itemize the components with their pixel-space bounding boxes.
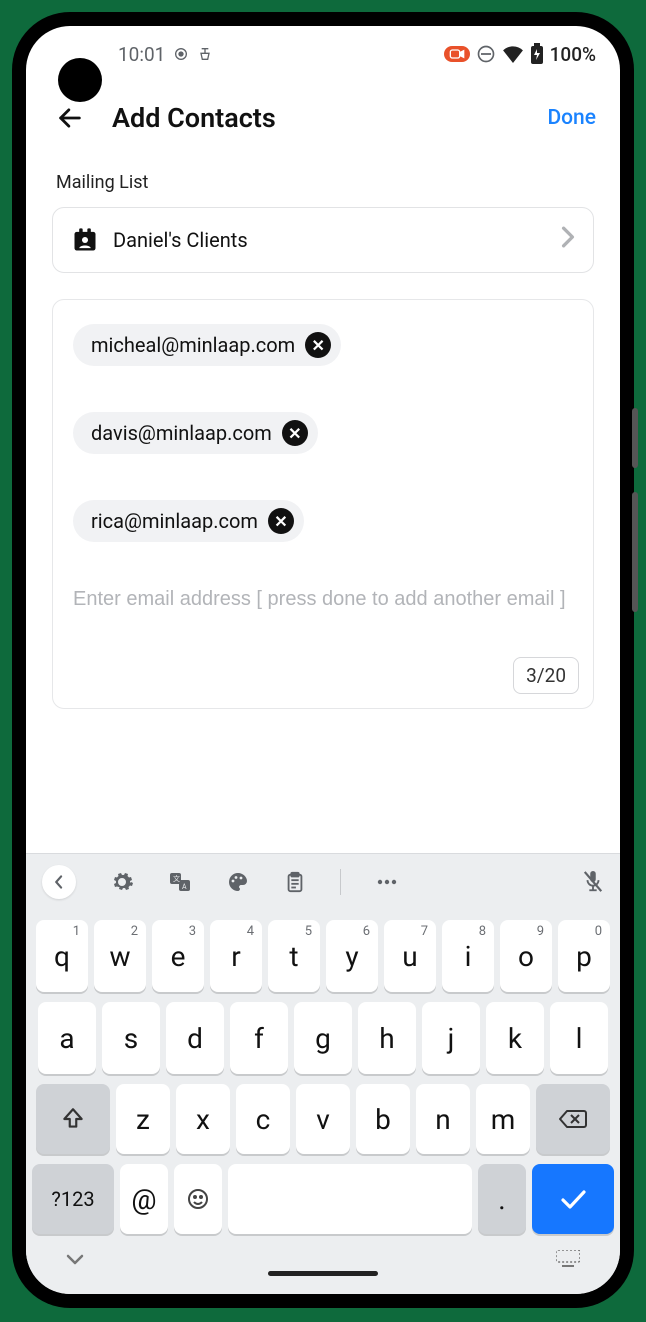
key-k[interactable]: k xyxy=(486,1002,544,1074)
symbols-key[interactable]: ?123 xyxy=(32,1164,114,1234)
key-w[interactable]: w2 xyxy=(94,920,146,992)
nav-keyboard-icon[interactable] xyxy=(556,1250,580,1268)
contact-chip: davis@minlaap.com ✕ xyxy=(73,412,318,454)
key-f[interactable]: f xyxy=(230,1002,288,1074)
keyboard: 文A q1w2e3r4t5y6u7i8o9p0 asdfghjkl xyxy=(26,853,620,1294)
key-n[interactable]: n xyxy=(416,1084,470,1154)
translate-icon[interactable]: 文A xyxy=(168,870,192,894)
key-h[interactable]: h xyxy=(358,1002,416,1074)
chip-label: micheal@minlaap.com xyxy=(91,333,295,357)
email-input[interactable] xyxy=(73,588,573,611)
key-s[interactable]: s xyxy=(102,1002,160,1074)
palette-icon[interactable] xyxy=(226,870,250,894)
page-title: Add Contacts xyxy=(112,102,276,134)
more-icon[interactable] xyxy=(375,870,399,894)
contacts-counter: 3/20 xyxy=(513,657,579,694)
contact-card-icon xyxy=(71,226,99,254)
mic-off-icon[interactable] xyxy=(582,869,604,895)
key-c[interactable]: c xyxy=(236,1084,290,1154)
gear-icon[interactable] xyxy=(110,870,134,894)
key-j[interactable]: j xyxy=(422,1002,480,1074)
app-header: Add Contacts Done xyxy=(26,82,620,158)
status-icon-1 xyxy=(173,46,189,62)
key-e[interactable]: e3 xyxy=(152,920,204,992)
home-indicator[interactable] xyxy=(268,1271,378,1276)
remove-chip-button[interactable]: ✕ xyxy=(282,420,308,446)
key-l[interactable]: l xyxy=(550,1002,608,1074)
backspace-key[interactable] xyxy=(536,1084,610,1154)
wifi-icon xyxy=(502,45,524,63)
remove-chip-button[interactable]: ✕ xyxy=(268,508,294,534)
record-badge-icon xyxy=(444,46,470,62)
key-o[interactable]: o9 xyxy=(500,920,552,992)
key-r[interactable]: r4 xyxy=(210,920,262,992)
key-u[interactable]: u7 xyxy=(384,920,436,992)
at-key[interactable]: @ xyxy=(120,1164,168,1234)
nav-collapse-icon[interactable] xyxy=(66,1253,84,1265)
battery-icon xyxy=(530,43,544,65)
chip-label: davis@minlaap.com xyxy=(91,421,272,445)
key-m[interactable]: m xyxy=(476,1084,530,1154)
clipboard-icon[interactable] xyxy=(284,870,306,894)
done-button[interactable]: Done xyxy=(547,106,596,130)
mailing-list-row[interactable]: Daniel's Clients xyxy=(52,207,594,273)
back-button[interactable] xyxy=(50,98,90,138)
shift-key[interactable] xyxy=(36,1084,110,1154)
chevron-right-icon xyxy=(561,226,575,254)
section-label: Mailing List xyxy=(26,158,620,203)
key-p[interactable]: p0 xyxy=(558,920,610,992)
chip-label: rica@minlaap.com xyxy=(91,509,258,533)
enter-key[interactable] xyxy=(532,1164,614,1234)
key-b[interactable]: b xyxy=(356,1084,410,1154)
dnd-icon xyxy=(476,44,496,64)
contact-chip: rica@minlaap.com ✕ xyxy=(73,500,304,542)
key-d[interactable]: d xyxy=(166,1002,224,1074)
battery-text: 100% xyxy=(550,43,596,66)
remove-chip-button[interactable]: ✕ xyxy=(305,332,331,358)
key-z[interactable]: z xyxy=(116,1084,170,1154)
key-x[interactable]: x xyxy=(176,1084,230,1154)
kbd-collapse-button[interactable] xyxy=(42,865,76,899)
period-key[interactable]: . xyxy=(478,1164,526,1234)
key-v[interactable]: v xyxy=(296,1084,350,1154)
emoji-key[interactable] xyxy=(174,1164,222,1234)
key-a[interactable]: a xyxy=(38,1002,96,1074)
key-q[interactable]: q1 xyxy=(36,920,88,992)
camera-hole xyxy=(58,58,102,102)
key-i[interactable]: i8 xyxy=(442,920,494,992)
status-icon-2 xyxy=(197,45,213,63)
contact-chip: micheal@minlaap.com ✕ xyxy=(73,324,341,366)
svg-text:文: 文 xyxy=(173,874,180,883)
key-t[interactable]: t5 xyxy=(268,920,320,992)
svg-text:A: A xyxy=(182,883,187,891)
status-time: 10:01 xyxy=(118,43,165,66)
mailing-list-name: Daniel's Clients xyxy=(113,228,248,252)
spacebar-key[interactable] xyxy=(228,1164,472,1234)
key-y[interactable]: y6 xyxy=(326,920,378,992)
contacts-card: micheal@minlaap.com✕davis@minlaap.com✕ri… xyxy=(52,299,594,709)
status-bar: 10:01 xyxy=(26,26,620,82)
key-g[interactable]: g xyxy=(294,1002,352,1074)
